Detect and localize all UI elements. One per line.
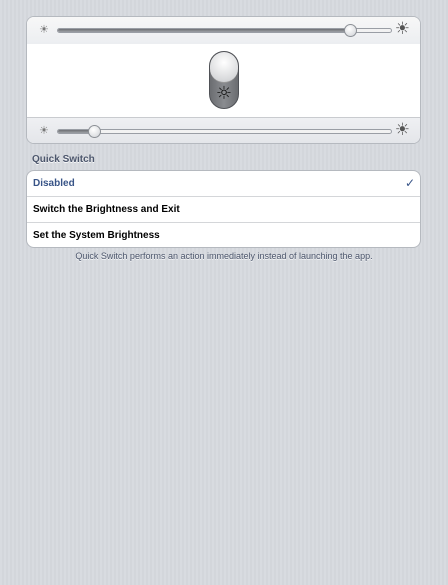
- checkmark-icon: ✓: [404, 176, 415, 190]
- bottom-brightness-slider[interactable]: [57, 125, 392, 138]
- quick-switch-options-list: Disabled ✓ Switch the Brightness and Exi…: [26, 170, 421, 248]
- quick-switch-footer-note: Quick Switch performs an action immediat…: [75, 251, 373, 261]
- brightness-panel: ☀ ☀ ☼ ☀ ☀: [26, 16, 421, 144]
- sun-large-icon: ☀: [394, 120, 410, 140]
- brightness-toggle-switch[interactable]: ☼: [209, 51, 239, 109]
- top-brightness-slider[interactable]: [57, 24, 392, 37]
- bottom-slider-knob[interactable]: [87, 125, 101, 138]
- option-set-system-brightness[interactable]: Set the System Brightness: [27, 222, 420, 247]
- option-label: Disabled: [33, 178, 75, 189]
- section-header-quick-switch: Quick Switch: [32, 154, 95, 165]
- top-slider-fill: [58, 29, 352, 32]
- sun-large-icon: ☀: [394, 19, 410, 39]
- toggle-cap: [210, 52, 238, 83]
- sun-icon: ☼: [215, 83, 233, 104]
- top-slider-knob[interactable]: [344, 24, 358, 37]
- option-switch-brightness-and-exit[interactable]: Switch the Brightness and Exit: [27, 196, 420, 221]
- toggle-area: ☼: [27, 44, 420, 117]
- option-label: Set the System Brightness: [33, 230, 160, 241]
- option-disabled[interactable]: Disabled ✓: [27, 171, 420, 196]
- sun-small-icon: ☀: [39, 23, 49, 36]
- top-brightness-slider-row: ☀ ☀: [27, 17, 420, 45]
- sun-small-icon: ☀: [39, 124, 49, 137]
- bottom-brightness-slider-row: ☀ ☀: [27, 117, 420, 143]
- option-label: Switch the Brightness and Exit: [33, 204, 180, 215]
